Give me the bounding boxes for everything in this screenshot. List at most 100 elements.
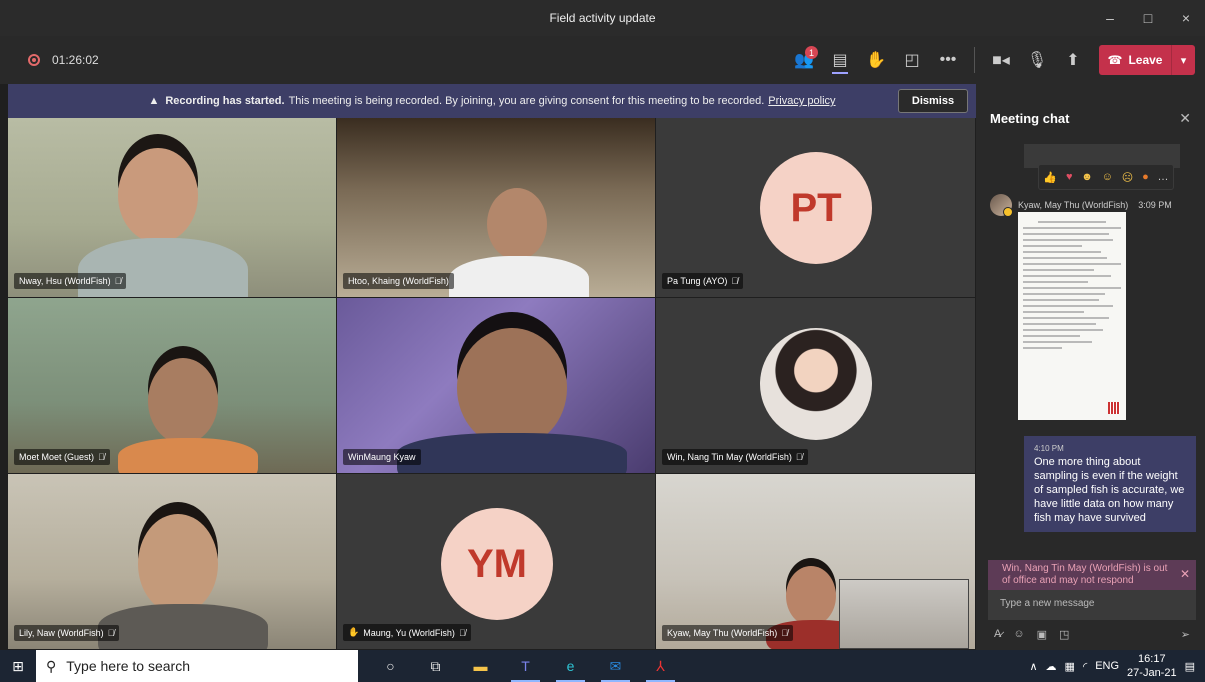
out-of-office-text: Win, Nang Tin May (WorldFish) is out of … (1002, 563, 1168, 586)
recording-banner: ▲ Recording has started. This meeting is… (8, 84, 976, 118)
document-line (1023, 329, 1104, 331)
file-explorer-button[interactable]: ▬ (458, 650, 503, 682)
video-tile[interactable]: YM ✋ Maung, Yu (WorldFish) 🎙̸ (337, 474, 656, 650)
privacy-policy-link[interactable]: Privacy policy (768, 95, 835, 107)
raise-hand-button[interactable]: ✋ (860, 44, 892, 76)
system-clock[interactable]: 16:17 27-Jan-21 (1127, 652, 1177, 680)
network-icon[interactable]: ▦ (1065, 660, 1075, 673)
leave-label: Leave (1128, 53, 1163, 67)
participant-nametag: Pa Tung (AYO) 🎙̸ (662, 273, 744, 289)
participants-button[interactable]: 👥 1 (788, 44, 820, 76)
teams-app-button[interactable]: T (503, 650, 548, 682)
video-tile[interactable]: Nway, Hsu (WorldFish) 🎙̸ (8, 118, 337, 298)
close-window-button[interactable]: × (1167, 0, 1205, 36)
video-tile[interactable]: PT Pa Tung (AYO) 🎙̸ (656, 118, 976, 298)
qr-code-icon (1108, 402, 1120, 414)
participant-name: Maung, Yu (WorldFish) (363, 627, 455, 638)
taskbar-search-box[interactable]: ⚲ Type here to search (36, 650, 358, 682)
chevron-up-icon[interactable]: ∧ (1029, 660, 1037, 673)
chat-message: Kyaw, May Thu (WorldFish) 3:09 PM (990, 194, 1192, 420)
self-view-video[interactable] (839, 579, 969, 649)
recording-icon (28, 54, 40, 66)
angry-icon[interactable]: ● (1142, 171, 1149, 183)
breakout-rooms-button[interactable]: ◰ (896, 44, 928, 76)
language-indicator[interactable]: ENG (1095, 660, 1119, 672)
video-tile[interactable]: Htoo, Khaing (WorldFish) (337, 118, 656, 298)
task-view-button[interactable]: ⧉ (413, 650, 458, 682)
recording-timer: 01:26:02 (52, 53, 99, 67)
more-actions-button[interactable]: ••• (932, 44, 964, 76)
mic-muted-icon: 🎙̸ (458, 627, 466, 638)
close-icon[interactable]: ✕ (1179, 110, 1191, 127)
message-time: 4:10 PM (1034, 444, 1064, 453)
mic-muted-icon: 🎙̸ (98, 452, 105, 462)
acrobat-app-button[interactable]: ⅄ (638, 650, 683, 682)
onedrive-icon[interactable]: ☁ (1046, 660, 1057, 673)
video-tile[interactable]: Lily, Naw (WorldFish) 🎙̸ (8, 474, 337, 650)
sad-icon[interactable]: ☹ (1122, 171, 1133, 184)
document-line (1023, 305, 1114, 307)
mic-button[interactable]: 🎙 (1021, 44, 1053, 76)
share-button[interactable]: ⬆ (1057, 44, 1089, 76)
outlook-app-button[interactable]: ✉ (593, 650, 638, 682)
like-icon[interactable]: 👍 (1043, 171, 1057, 184)
compose-toolbar: A̷ ☺ ▣ ◳ ➢ (988, 624, 1196, 644)
surprised-icon[interactable]: ☺ (1102, 171, 1113, 183)
emoji-icon[interactable]: ☺ (1013, 628, 1024, 640)
warning-icon: ▲ (148, 95, 160, 107)
wifi-icon[interactable]: ◜ (1083, 660, 1087, 673)
windows-start-button[interactable]: ⊞ (0, 650, 36, 682)
laugh-icon[interactable]: ☻ (1081, 171, 1093, 183)
video-tile[interactable]: Kyaw, May Thu (WorldFish) 🎙̸ (656, 474, 976, 650)
maximize-button[interactable]: □ (1129, 0, 1167, 36)
mic-muted-icon: 🎙̸ (731, 276, 739, 286)
document-line (1023, 257, 1108, 259)
participant-video (138, 514, 218, 614)
participant-name: Moet Moet (Guest) (19, 452, 95, 462)
document-line (1023, 335, 1080, 337)
document-line (1023, 227, 1121, 229)
compose-box[interactable]: Type a new message (988, 590, 1196, 620)
gif-icon[interactable]: ▣ (1037, 628, 1047, 641)
edge-app-button[interactable]: e (548, 650, 593, 682)
chevron-down-icon: ▾ (1180, 54, 1187, 67)
leave-main[interactable]: ☎ Leave (1099, 53, 1171, 67)
compose-placeholder: Type a new message (1000, 598, 1095, 609)
phone-hangup-icon: ☎ (1107, 53, 1123, 67)
camera-button[interactable]: ■◂ (985, 44, 1017, 76)
participant-nametag: Win, Nang Tin May (WorldFish) 🎙̸ (662, 449, 808, 465)
more-reactions-icon[interactable]: … (1158, 171, 1169, 183)
participant-video (457, 328, 567, 448)
video-tile[interactable]: Moet Moet (Guest) 🎙̸ (8, 298, 337, 474)
heart-icon[interactable]: ♥ (1066, 171, 1073, 183)
cortana-button[interactable]: ○ (368, 650, 413, 682)
meeting-chat-panel: Meeting chat ✕ 👍 ♥ ☻ ☺ ☹ ● … Kyaw, May T… (976, 84, 1205, 650)
window-controls: – □ × (1091, 0, 1205, 36)
participant-name: Lily, Naw (WorldFish) (19, 628, 104, 638)
mic-muted-icon: 🎙̸ (114, 276, 122, 286)
chat-button[interactable]: ▤ (824, 44, 856, 76)
leave-options-button[interactable]: ▾ (1171, 45, 1195, 75)
minimize-button[interactable]: – (1091, 0, 1129, 36)
document-line (1023, 347, 1063, 349)
dismiss-button[interactable]: Dismiss (898, 89, 968, 113)
attached-document-image[interactable] (1018, 212, 1126, 420)
notifications-icon[interactable]: ▤ (1185, 660, 1195, 673)
sticker-icon[interactable]: ◳ (1059, 628, 1069, 641)
hand-icon: ✋ (866, 52, 886, 69)
document-line (1023, 317, 1110, 319)
taskbar-apps: ○ ⧉ ▬ T e ✉ ⅄ (368, 650, 683, 682)
participant-body (78, 238, 248, 297)
teams-icon: T (521, 658, 530, 674)
recording-banner-text: This meeting is being recorded. By joini… (288, 95, 765, 107)
document-line (1023, 275, 1112, 277)
participant-name: Htoo, Khaing (WorldFish) (348, 276, 449, 286)
participant-video (487, 188, 547, 260)
video-tile[interactable]: Win, Nang Tin May (WorldFish) 🎙̸ (656, 298, 976, 474)
video-tile[interactable]: WinMaung Kyaw (337, 298, 656, 474)
participant-body (449, 256, 589, 297)
close-icon[interactable]: ✕ (1180, 568, 1190, 580)
send-icon[interactable]: ➢ (1181, 628, 1190, 641)
leave-button[interactable]: ☎ Leave ▾ (1099, 45, 1195, 75)
format-icon[interactable]: A̷ (994, 628, 1001, 640)
